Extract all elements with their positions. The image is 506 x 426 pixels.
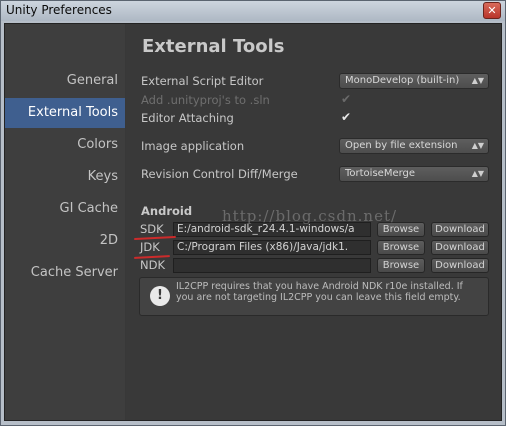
warning-icon: ! — [150, 286, 170, 306]
android-section-label: Android — [141, 204, 193, 218]
image-application-dropdown[interactable]: Open by file extension ▲▼ — [339, 138, 489, 154]
editor-attaching-checkbox[interactable]: ✔ — [340, 111, 352, 123]
sidebar-item-2d[interactable]: 2D — [5, 226, 125, 256]
close-icon: ✕ — [487, 4, 497, 17]
sidebar-item-colors[interactable]: Colors — [5, 130, 125, 160]
preferences-client-area: General External Tools Colors Keys GI Ca… — [4, 23, 502, 421]
sidebar-item-cache-server[interactable]: Cache Server — [5, 258, 125, 288]
add-unityproj-checkbox[interactable]: ✔ — [340, 93, 352, 105]
sidebar-item-gi-cache[interactable]: GI Cache — [5, 194, 125, 224]
preferences-window: Unity Preferences ✕ General External Too… — [0, 0, 506, 426]
page-title: External Tools — [142, 36, 285, 57]
sidebar-item-general[interactable]: General — [5, 66, 125, 96]
script-editor-value: MonoDevelop (built-in) — [345, 75, 460, 86]
image-application-label: Image application — [141, 139, 245, 153]
add-unityproj-label: Add .unityproj's to .sln — [141, 93, 270, 107]
il2cpp-help-box: ! IL2CPP requires that you have Android … — [139, 277, 489, 316]
jdk-label: JDK — [140, 240, 160, 254]
sdk-label: SDK — [140, 222, 164, 236]
sidebar-item-external-tools[interactable]: External Tools — [5, 98, 125, 128]
close-button[interactable]: ✕ — [483, 2, 501, 19]
editor-attaching-label: Editor Attaching — [141, 111, 234, 125]
watermark: http://blog.csdn.net/ — [222, 207, 398, 225]
revision-control-label: Revision Control Diff/Merge — [141, 167, 298, 181]
title-bar[interactable]: Unity Preferences ✕ — [1, 1, 505, 21]
sidebar-item-keys[interactable]: Keys — [5, 162, 125, 192]
window-title: Unity Preferences — [6, 3, 112, 17]
jdk-browse-button[interactable]: Browse — [377, 240, 425, 255]
ndk-path-field[interactable] — [173, 258, 371, 273]
image-application-value: Open by file extension — [345, 140, 458, 151]
revision-control-dropdown[interactable]: TortoiseMerge ▲▼ — [339, 166, 489, 182]
script-editor-label: External Script Editor — [141, 74, 264, 88]
help-message: IL2CPP requires that you have Android ND… — [176, 281, 463, 303]
script-editor-dropdown[interactable]: MonoDevelop (built-in) ▲▼ — [339, 73, 489, 89]
sidebar: General External Tools Colors Keys GI Ca… — [5, 24, 125, 420]
dropdown-arrow-icon: ▲▼ — [471, 76, 484, 85]
revision-control-value: TortoiseMerge — [345, 168, 416, 179]
external-tools-panel: External Tools External Script Editor Mo… — [126, 24, 501, 420]
jdk-path-field[interactable]: C:/Program Files (x86)/Java/jdk1. — [173, 240, 371, 255]
jdk-download-button[interactable]: Download — [431, 240, 489, 255]
ndk-label: NDK — [140, 258, 165, 272]
ndk-browse-button[interactable]: Browse — [377, 258, 425, 273]
sdk-download-button[interactable]: Download — [431, 222, 489, 237]
dropdown-arrow-icon: ▲▼ — [471, 169, 484, 178]
dropdown-arrow-icon: ▲▼ — [471, 141, 484, 150]
ndk-download-button[interactable]: Download — [431, 258, 489, 273]
